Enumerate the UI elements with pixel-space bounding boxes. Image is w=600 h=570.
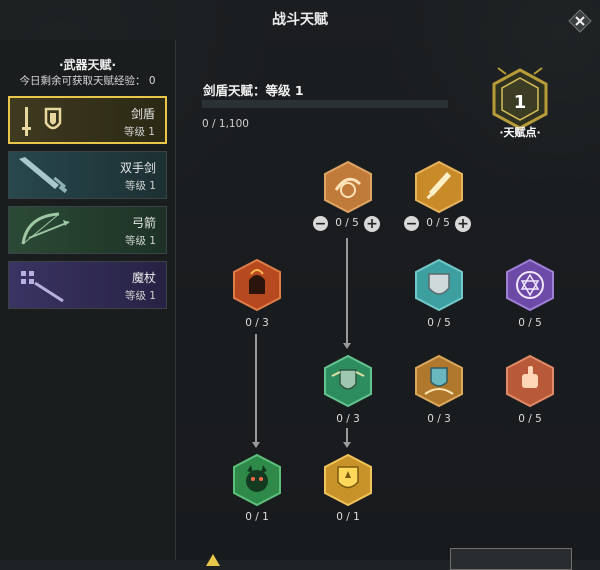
connector-line (346, 238, 348, 346)
weapon-name: 剑盾 (130, 107, 155, 121)
talent-node-t1[interactable] (322, 160, 374, 214)
talent-t3-progress: 0 / 3 (245, 317, 269, 329)
fire-fist-icon (233, 258, 281, 312)
close-icon (568, 9, 592, 33)
golden-shield-icon (324, 453, 372, 507)
talent-t9-progress: 0 / 1 (245, 511, 269, 523)
connector-line (255, 334, 257, 444)
talent-t10-progress: 0 / 1 (336, 511, 360, 523)
talent-node-t2[interactable] (413, 160, 465, 214)
shield-swirl-icon (324, 160, 372, 214)
talent-node-t6[interactable] (322, 354, 374, 408)
connector-arrow (343, 343, 351, 349)
weapon-level: 等级 1 (124, 290, 156, 302)
daily-xp-remaining: 今日剩余可获取天赋经验： 0 (19, 75, 156, 87)
weapon-card-greatsword[interactable]: 双手剑 等级 1 (8, 151, 167, 199)
sword-icon (415, 160, 463, 214)
weapon-name: 弓箭 (131, 216, 156, 230)
weapon-card-bow[interactable]: 弓箭 等级 1 (8, 206, 167, 254)
close-button[interactable] (568, 9, 592, 33)
beast-icon (233, 453, 281, 507)
connector-arrow (343, 442, 351, 448)
shield-icon (415, 258, 463, 312)
talent-node-t10[interactable] (322, 453, 374, 507)
talent-t1-increase-button[interactable]: + (364, 216, 380, 232)
weapon-level: 等级 1 (124, 180, 156, 192)
talent-node-t8[interactable] (504, 354, 556, 408)
bottom-button[interactable] (450, 548, 572, 570)
talent-t5-progress: 0 / 5 (518, 317, 542, 329)
talent-node-t7[interactable] (413, 354, 465, 408)
connector-arrow (252, 442, 260, 448)
talent-t2-increase-button[interactable]: + (455, 216, 471, 232)
talent-t4-progress: 0 / 5 (427, 317, 451, 329)
greatsword-icon (15, 155, 85, 195)
weapon-level: 等级 1 (123, 126, 155, 138)
talent-node-t9[interactable] (231, 453, 283, 507)
window-title: 战斗天赋 (272, 12, 328, 28)
fist-strike-icon (506, 354, 554, 408)
weapon-talent-title: ·武器天赋· (58, 58, 117, 72)
talent-t6-progress: 0 / 3 (336, 413, 360, 425)
sword-shield-talent-level: 剑盾天赋：等级 1 (203, 83, 304, 98)
talent-xp-text: 0 / 1,100 (202, 118, 249, 130)
talent-points-label: ·天赋点· (499, 126, 541, 139)
warning-icon (206, 551, 220, 566)
weapon-card-sword-shield[interactable]: 剑盾 等级 1 (8, 96, 167, 144)
shield-wings-icon (324, 354, 372, 408)
talent-window: 战斗天赋 ·武器天赋· 今日剩余可获取天赋经验： 0 剑盾 等级 1 双手剑 等… (0, 0, 600, 570)
talent-xp-bar (202, 100, 448, 108)
weapon-level: 等级 1 (124, 235, 156, 247)
weapon-card-wand[interactable]: 魔杖 等级 1 (8, 261, 167, 309)
talent-node-t4[interactable] (413, 258, 465, 312)
sword-shield-icon (16, 101, 86, 141)
talent-node-t5[interactable] (504, 258, 556, 312)
shield-storm-icon (415, 354, 463, 408)
weapon-name: 魔杖 (131, 271, 156, 285)
talent-points-value: 1 (513, 92, 527, 113)
weapon-name: 双手剑 (119, 161, 156, 175)
wand-icon (15, 265, 85, 305)
talent-node-t3[interactable] (231, 258, 283, 312)
magic-circle-icon (506, 258, 554, 312)
talent-t7-progress: 0 / 3 (427, 413, 451, 425)
talent-t8-progress: 0 / 5 (518, 413, 542, 425)
bow-icon (15, 210, 85, 250)
